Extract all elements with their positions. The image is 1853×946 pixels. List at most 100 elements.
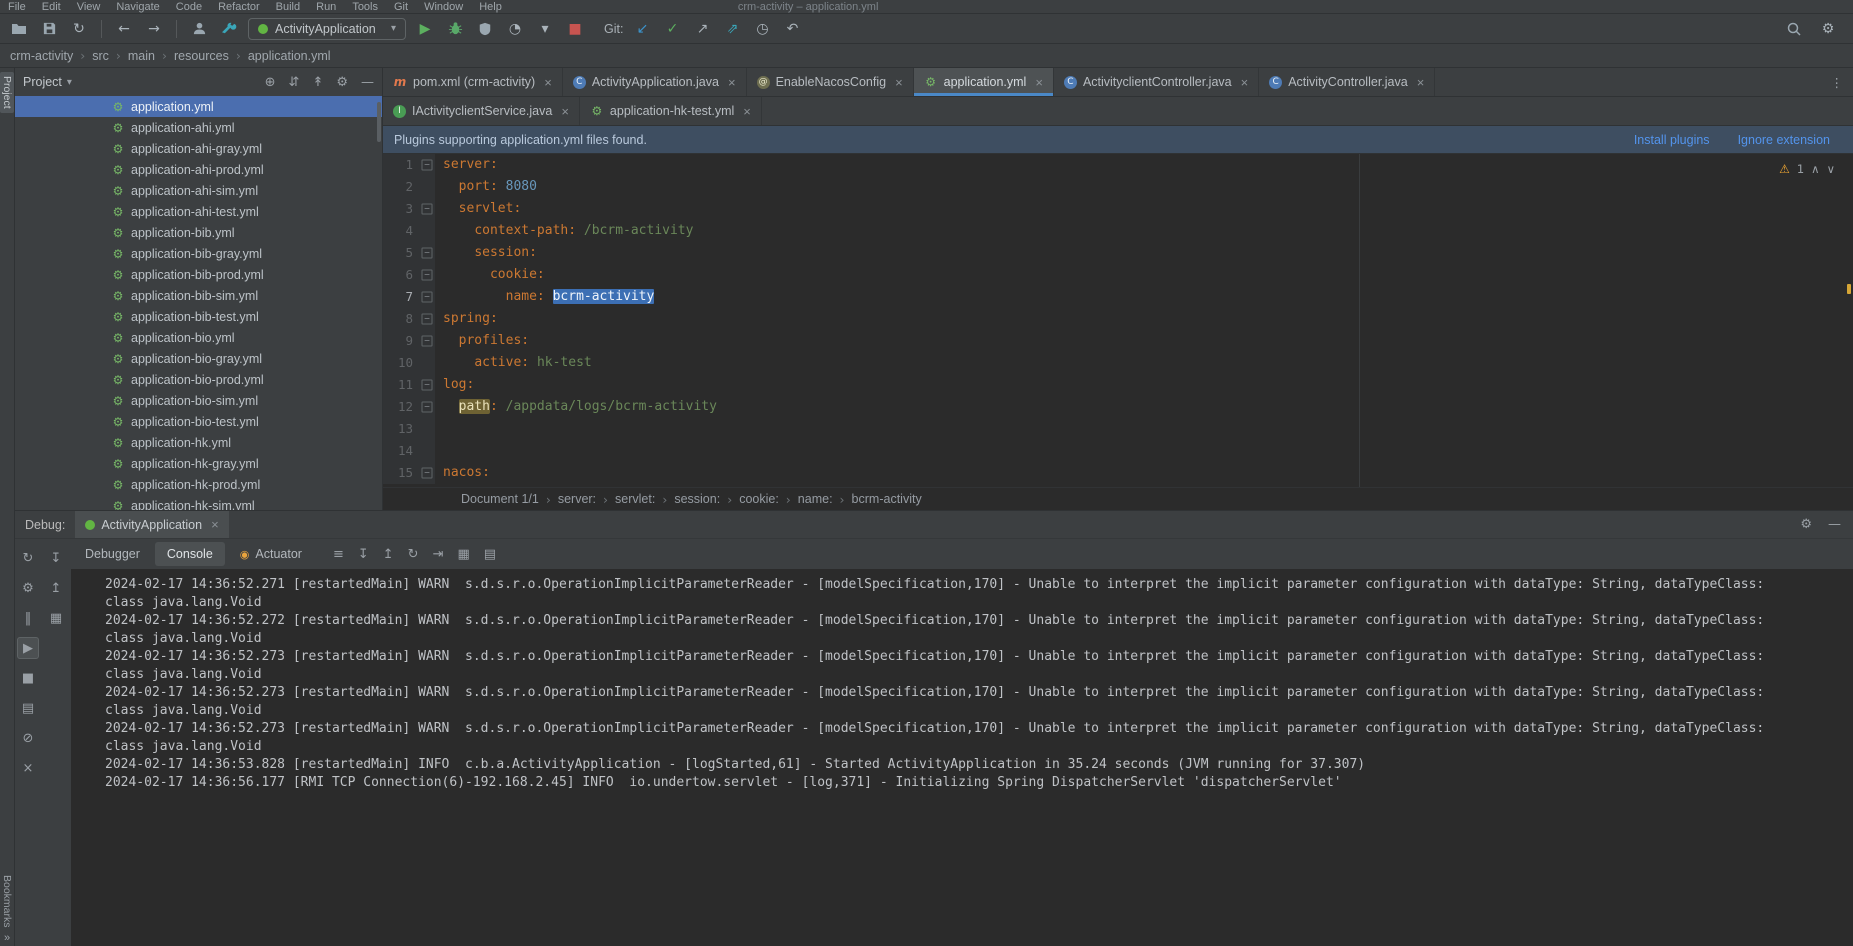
console-line[interactable]: 2024-02-17 14:36:53.828 [restartedMain] … — [105, 756, 1795, 774]
breadcrumb-item[interactable]: main — [128, 49, 155, 63]
scroll-to-top-icon[interactable]: ↥ — [383, 547, 394, 562]
coverage-button[interactable] — [474, 18, 496, 40]
search-icon[interactable] — [1783, 18, 1805, 40]
console-line[interactable]: 2024-02-17 14:36:52.273 [restartedMain] … — [105, 684, 1795, 720]
editor-tab[interactable]: IIActivityclientService.java× — [383, 97, 580, 125]
soft-wrap-icon[interactable]: ≡ — [333, 547, 344, 562]
mute-breakpoints-icon[interactable]: ⊘ — [17, 727, 39, 749]
project-file[interactable]: ⚙application-ahi-gray.yml — [15, 138, 382, 159]
more-tool-windows-icon[interactable]: » — [4, 932, 10, 944]
restart-frame-icon[interactable]: ↻ — [408, 547, 419, 562]
close-tab-icon[interactable]: × — [728, 75, 736, 90]
project-file[interactable]: ⚙application-bib-gray.yml — [15, 243, 382, 264]
git-push-icon[interactable]: ↗ — [691, 18, 713, 40]
git-fetch-icon[interactable]: ⇗ — [721, 18, 743, 40]
project-file[interactable]: ⚙application-hk-prod.yml — [15, 474, 382, 495]
notification-action-link[interactable]: Ignore extension — [1738, 133, 1830, 147]
forward-icon[interactable]: → — [143, 18, 165, 40]
scroll-up-icon[interactable]: ↥ — [45, 577, 67, 599]
scroll-down-icon[interactable]: ↧ — [45, 547, 67, 569]
editor-breadcrumb-item[interactable]: cookie: — [739, 492, 779, 506]
next-problem-icon[interactable]: ∨ — [1827, 162, 1835, 176]
close-tab-icon[interactable]: × — [895, 75, 903, 90]
hide-debug-panel-icon[interactable]: — — [1828, 517, 1841, 532]
code-editor[interactable]: 1server:2 port: 80803 servlet:4 context-… — [383, 154, 1853, 484]
menu-item-git[interactable]: Git — [394, 1, 408, 13]
close-session-icon[interactable]: × — [211, 517, 219, 532]
editor-breadcrumb-item[interactable]: Document 1/1 — [461, 492, 539, 506]
close-tab-icon[interactable]: × — [544, 75, 552, 90]
editor-tab[interactable]: mpom.xml (crm-activity)× — [383, 68, 563, 96]
editor-tab[interactable]: @EnableNacosConfig× — [747, 68, 914, 96]
fold-marker[interactable] — [419, 308, 435, 330]
project-file[interactable]: ⚙application-hk-sim.yml — [15, 495, 382, 510]
project-file-list[interactable]: ⚙application.yml⚙application-ahi.yml⚙app… — [15, 96, 382, 510]
code-area[interactable]: 1server:2 port: 80803 servlet:4 context-… — [383, 154, 1853, 487]
breadcrumb-item[interactable]: src — [92, 49, 109, 63]
fold-marker[interactable] — [419, 286, 435, 308]
stop-icon[interactable]: ■ — [17, 667, 39, 689]
editor-breadcrumb-item[interactable]: bcrm-activity — [852, 492, 922, 506]
error-stripe-mark[interactable] — [1847, 284, 1851, 294]
menu-item-edit[interactable]: Edit — [42, 1, 61, 13]
profiler-button[interactable]: ◔ — [504, 18, 526, 40]
close-tab-icon[interactable]: × — [561, 104, 569, 119]
print-icon[interactable]: ▤ — [17, 697, 39, 719]
panel-settings-gear-icon[interactable]: ⚙ — [336, 75, 348, 90]
project-scrollbar[interactable] — [377, 102, 381, 142]
stripe-project-tab[interactable]: Project — [0, 72, 14, 113]
editor-breadcrumb-item[interactable]: name: — [798, 492, 833, 506]
menu-item-run[interactable]: Run — [316, 1, 336, 13]
debug-tab-console[interactable]: Console — [155, 542, 225, 566]
editor-breadcrumb-item[interactable]: session: — [674, 492, 720, 506]
project-file[interactable]: ⚙application-bio-gray.yml — [15, 348, 382, 369]
project-file[interactable]: ⚙application.yml — [15, 96, 382, 117]
console-line[interactable]: 2024-02-17 14:36:52.273 [restartedMain] … — [105, 720, 1795, 756]
rollback-icon[interactable]: ↶ — [781, 18, 803, 40]
run-more-chevron-icon[interactable]: ▾ — [534, 18, 556, 40]
project-file[interactable]: ⚙application-bib-test.yml — [15, 306, 382, 327]
hide-panel-icon[interactable]: — — [361, 75, 374, 90]
project-file[interactable]: ⚙application-bio-test.yml — [15, 411, 382, 432]
fold-marker[interactable] — [419, 264, 435, 286]
settings-wrench-icon[interactable]: ⚙ — [17, 577, 39, 599]
breadcrumb-item[interactable]: application.yml — [248, 49, 331, 63]
project-file[interactable]: ⚙application-ahi-sim.yml — [15, 180, 382, 201]
console-line[interactable]: 2024-02-17 14:36:52.272 [restartedMain] … — [105, 612, 1795, 648]
project-file[interactable]: ⚙application-bio-prod.yml — [15, 369, 382, 390]
close-tab-icon[interactable]: × — [1241, 75, 1249, 90]
project-file[interactable]: ⚙application-ahi.yml — [15, 117, 382, 138]
fold-marker[interactable] — [419, 374, 435, 396]
expand-all-icon[interactable]: ⇵ — [289, 75, 300, 90]
fold-marker[interactable] — [419, 198, 435, 220]
run-button[interactable]: ▶ — [414, 18, 436, 40]
back-icon[interactable]: ← — [113, 18, 135, 40]
git-commit-icon[interactable]: ✓ — [661, 18, 683, 40]
menu-item-view[interactable]: View — [77, 1, 101, 13]
close-tab-icon[interactable]: × — [1417, 75, 1425, 90]
breadcrumb-item[interactable]: crm-activity — [10, 49, 73, 63]
menu-item-navigate[interactable]: Navigate — [116, 1, 159, 13]
sync-icon[interactable]: ↻ — [68, 18, 90, 40]
menu-item-tools[interactable]: Tools — [352, 1, 378, 13]
settings-gear-icon[interactable]: ⚙ — [1817, 18, 1839, 40]
debug-settings-gear-icon[interactable]: ⚙ — [1800, 517, 1812, 532]
project-file[interactable]: ⚙application-bib.yml — [15, 222, 382, 243]
jump-to-source-icon[interactable]: ⇥ — [433, 547, 444, 562]
prev-problem-icon[interactable]: ∧ — [1811, 162, 1819, 176]
project-file[interactable]: ⚙application-ahi-test.yml — [15, 201, 382, 222]
locate-file-icon[interactable]: ⊕ — [265, 75, 276, 90]
breadcrumb-item[interactable]: resources — [174, 49, 229, 63]
project-file[interactable]: ⚙application-ahi-prod.yml — [15, 159, 382, 180]
menu-item-code[interactable]: Code — [176, 1, 202, 13]
close-tab-icon[interactable]: × — [743, 104, 751, 119]
editor-tab[interactable]: CActivityController.java× — [1259, 68, 1435, 96]
run-config-select[interactable]: ActivityApplication ▾ — [248, 18, 406, 40]
clear-console-icon[interactable]: × — [17, 757, 39, 779]
project-file[interactable]: ⚙application-hk.yml — [15, 432, 382, 453]
editor-tab[interactable]: ⚙application-hk-test.yml× — [580, 97, 762, 125]
stripe-bookmarks-tab[interactable]: Bookmarks — [1, 875, 13, 928]
fold-marker[interactable] — [419, 154, 435, 176]
debug-session-tab[interactable]: ActivityApplication × — [75, 511, 228, 538]
open-folder-icon[interactable] — [8, 18, 30, 40]
